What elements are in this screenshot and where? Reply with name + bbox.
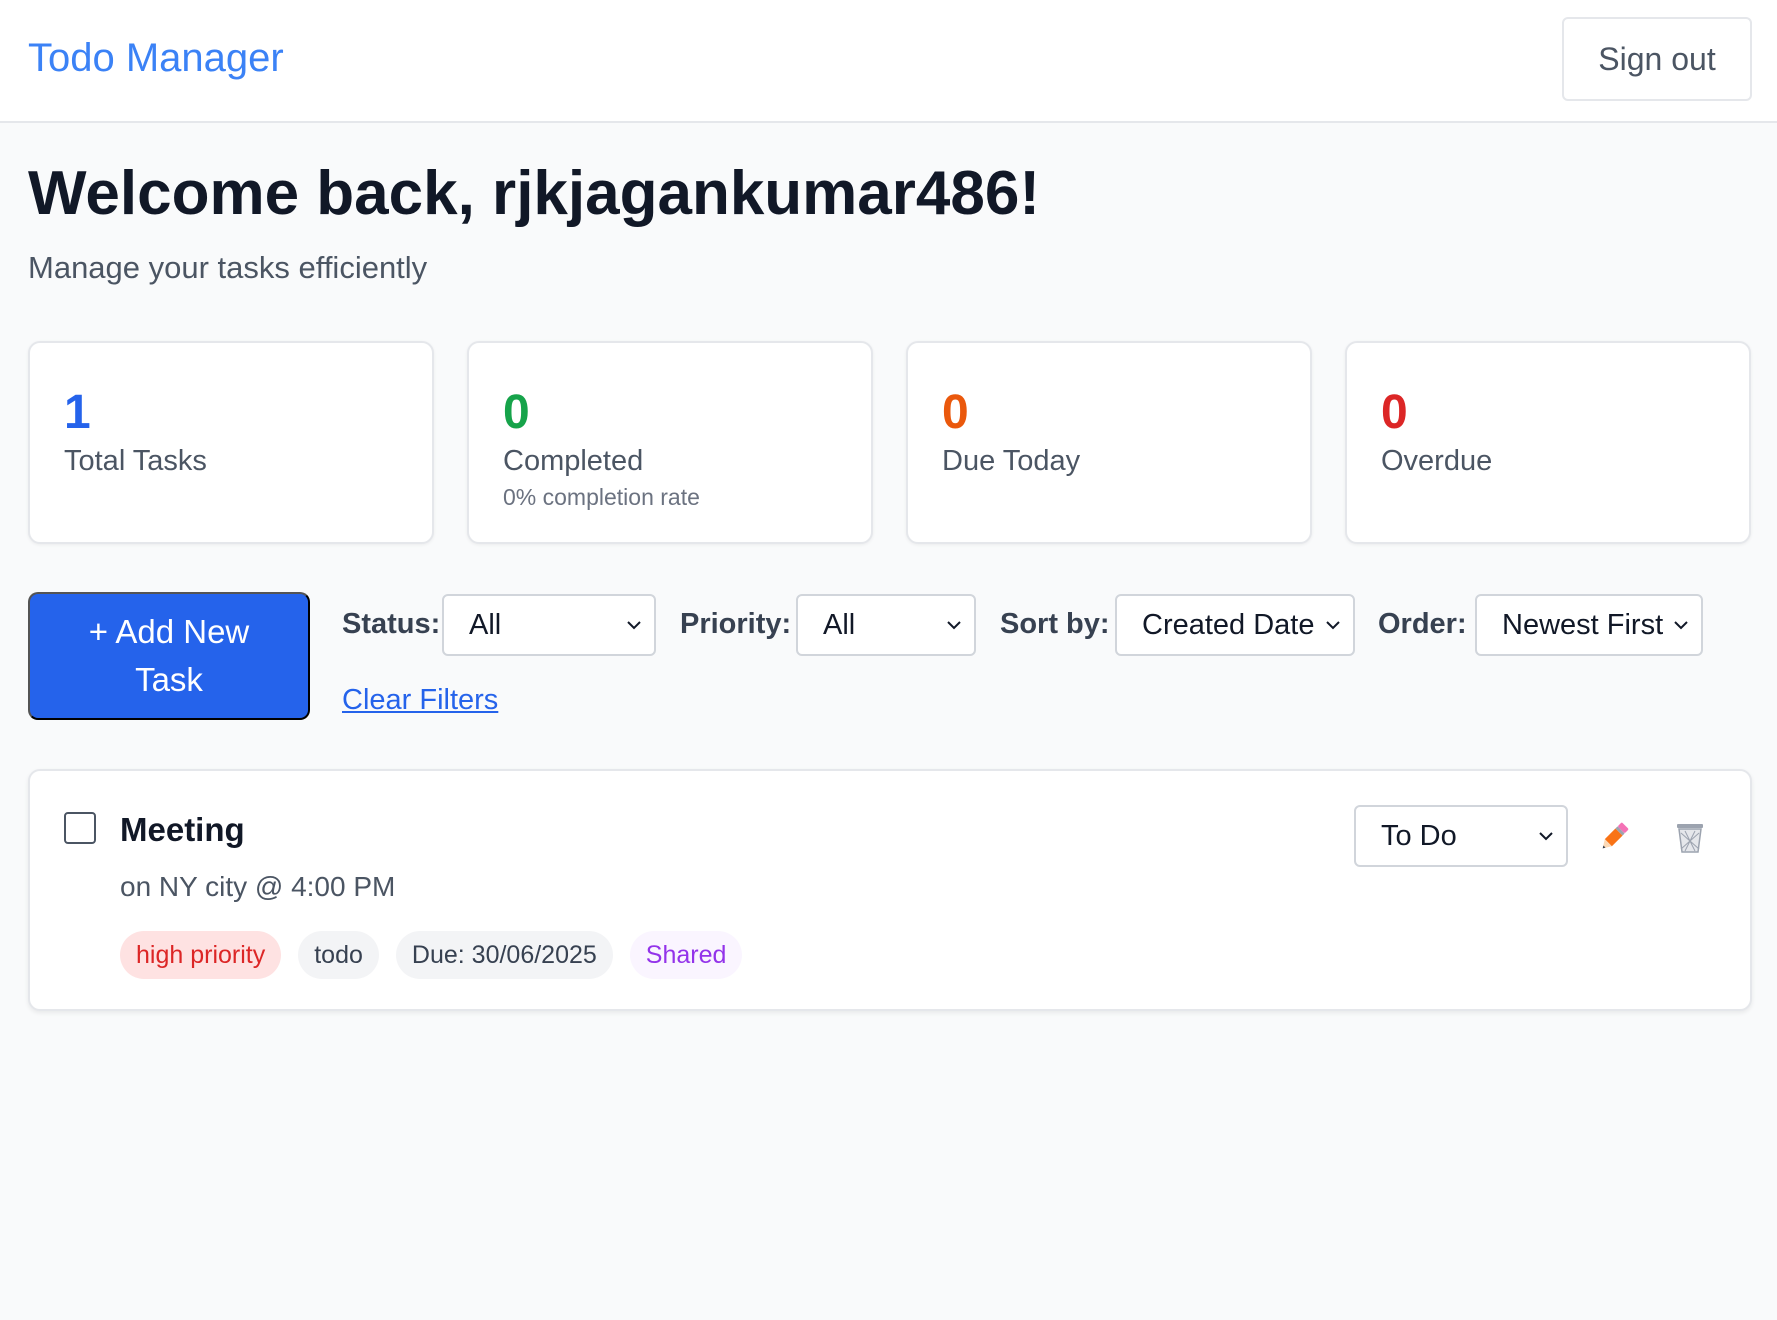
status-filter-select[interactable]: All — [442, 594, 656, 656]
due-date-badge: Due: 30/06/2025 — [395, 931, 613, 979]
welcome-heading: Welcome back, rjkjagankumar486! — [28, 159, 1041, 228]
order-label: Order: — [1378, 608, 1467, 640]
stat-value: 1 — [64, 386, 91, 439]
top-navbar: Todo Manager Sign out — [0, 0, 1777, 123]
stat-card-total-tasks: 1 Total Tasks — [28, 341, 434, 544]
stat-card-due-today: 0 Due Today — [906, 341, 1312, 544]
trash-icon[interactable] — [1672, 819, 1708, 855]
chevron-down-icon — [1674, 621, 1688, 630]
stat-card-completed: 0 Completed 0% completion rate — [467, 341, 873, 544]
task-tags: high priority todo Due: 30/06/2025 Share… — [120, 931, 743, 979]
pencil-icon[interactable] — [1596, 819, 1632, 855]
task-status-select[interactable]: To Do — [1354, 805, 1568, 867]
task-complete-checkbox[interactable] — [64, 812, 96, 844]
chevron-down-icon — [627, 621, 641, 630]
task-title: Meeting — [120, 811, 245, 848]
status-badge: todo — [298, 931, 379, 979]
order-value: Newest First — [1502, 608, 1664, 641]
task-description: on NY city @ 4:00 PM — [120, 871, 396, 902]
stat-value: 0 — [1381, 386, 1408, 439]
add-new-task-button[interactable]: + Add New Task — [28, 592, 310, 720]
stat-card-overdue: 0 Overdue — [1345, 341, 1751, 544]
priority-filter-label: Priority: — [680, 608, 792, 640]
app-title[interactable]: Todo Manager — [28, 36, 284, 81]
task-card: Meeting on NY city @ 4:00 PM high priori… — [28, 769, 1752, 1011]
chevron-down-icon — [947, 621, 961, 630]
status-filter-label: Status: — [342, 608, 441, 640]
order-select[interactable]: Newest First — [1475, 594, 1703, 656]
stat-label: Total Tasks — [64, 445, 207, 477]
welcome-subtitle: Manage your tasks efficiently — [28, 250, 428, 285]
stat-value: 0 — [503, 386, 530, 439]
chevron-down-icon — [1326, 621, 1340, 630]
stat-label: Overdue — [1381, 445, 1493, 477]
status-filter-value: All — [469, 608, 502, 641]
priority-filter-select[interactable]: All — [796, 594, 976, 656]
stat-value: 0 — [942, 386, 969, 439]
completion-rate-text: 0% completion rate — [503, 484, 700, 510]
chevron-down-icon — [1539, 832, 1553, 841]
sort-by-select[interactable]: Created Date — [1115, 594, 1355, 656]
sign-out-button[interactable]: Sign out — [1562, 17, 1752, 101]
priority-badge: high priority — [120, 931, 282, 979]
clear-filters-link[interactable]: Clear Filters — [342, 684, 498, 717]
stat-label: Completed — [503, 445, 644, 477]
stat-label: Due Today — [942, 445, 1081, 477]
task-status-value: To Do — [1381, 819, 1457, 852]
priority-filter-value: All — [823, 608, 856, 641]
shared-badge: Shared — [629, 931, 743, 979]
sort-by-label: Sort by: — [1000, 608, 1110, 640]
sort-by-value: Created Date — [1142, 608, 1315, 641]
